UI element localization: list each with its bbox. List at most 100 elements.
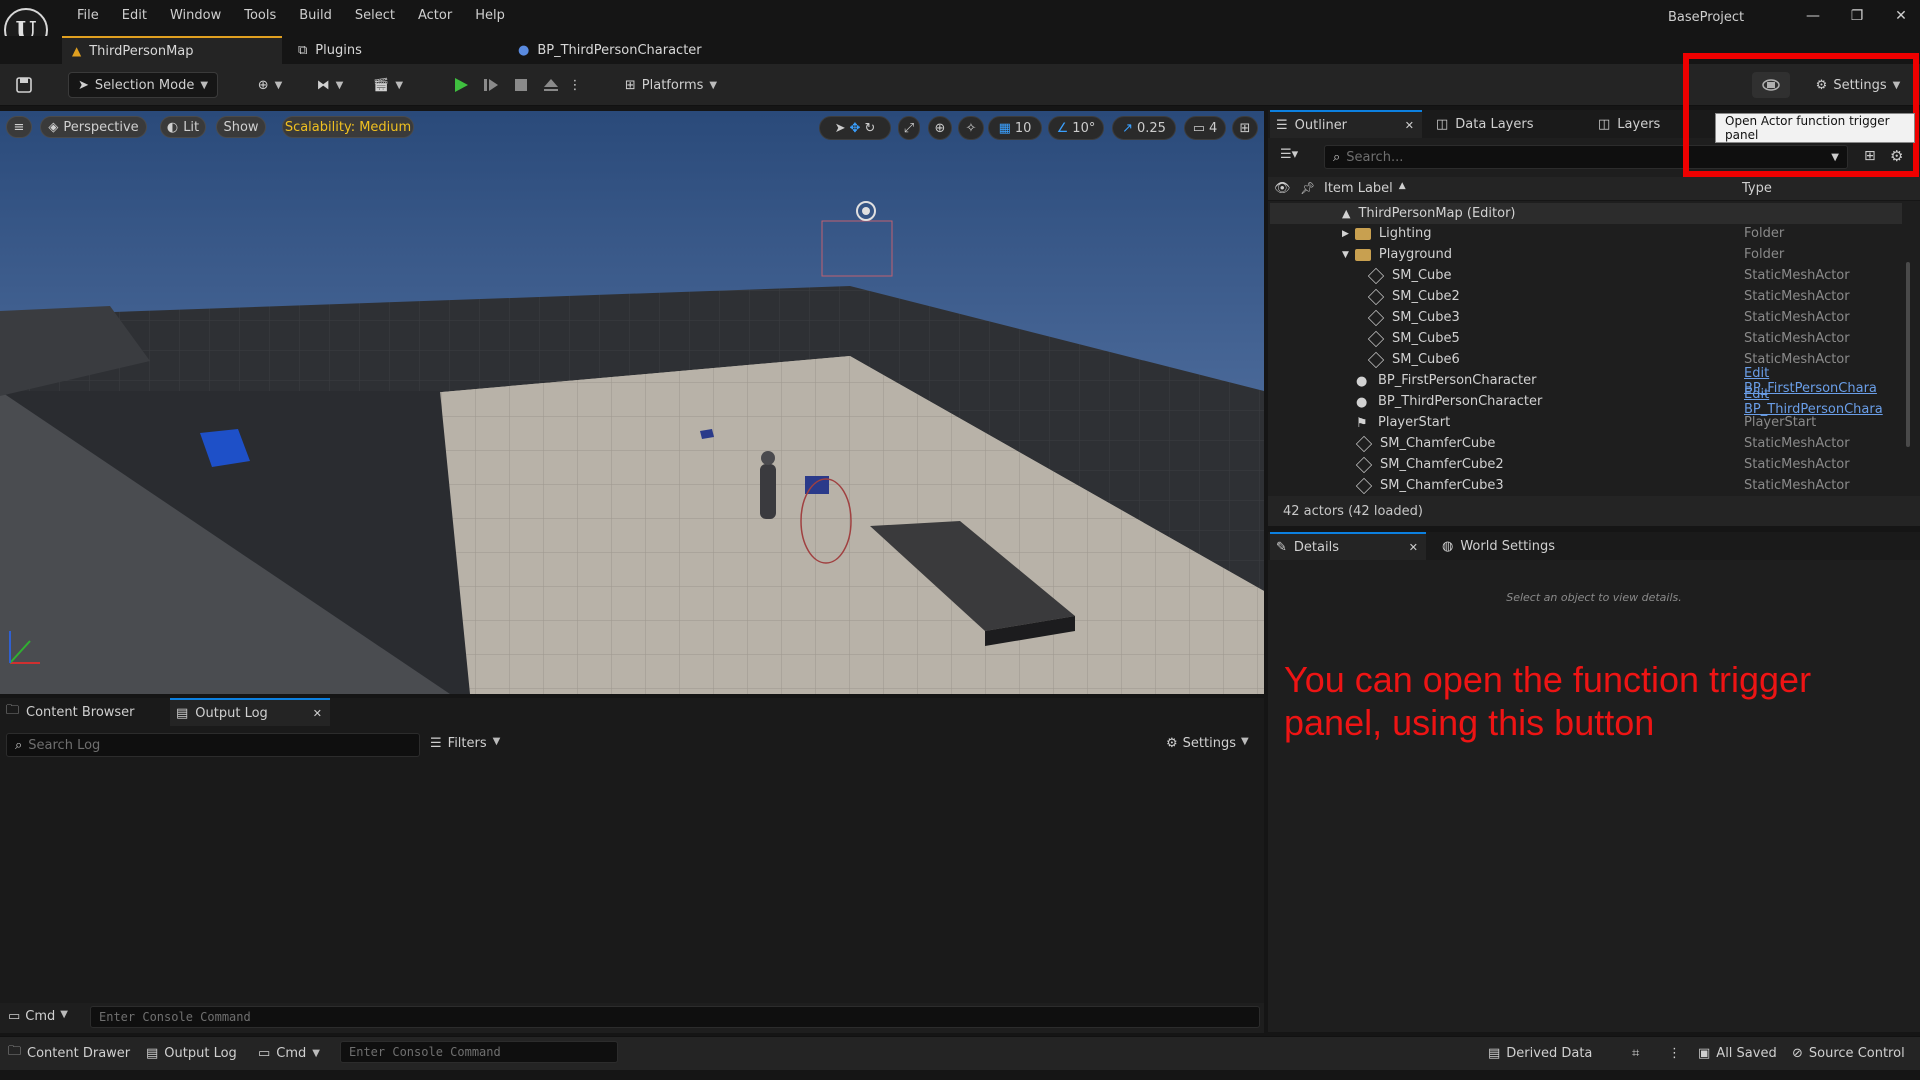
chevron-right-icon[interactable]: ▶ bbox=[1342, 229, 1349, 239]
world-space-icon[interactable]: ⊕ bbox=[928, 116, 952, 140]
outliner-row[interactable]: SM_ChamferCube2 StaticMeshActor bbox=[1270, 454, 1902, 475]
outliner-row[interactable]: SM_Cube5 StaticMeshActor bbox=[1270, 328, 1902, 349]
play-options-icon[interactable]: ⋮ bbox=[568, 72, 582, 98]
close-icon[interactable]: ✕ bbox=[313, 707, 322, 720]
close-icon[interactable]: ✕ bbox=[1405, 119, 1414, 132]
eject-icon[interactable] bbox=[538, 72, 564, 98]
trace-icon[interactable]: ⌗ bbox=[1632, 1043, 1639, 1063]
filters-dropdown[interactable]: ☰ Filters ▼ bbox=[430, 736, 500, 751]
frame-step-icon[interactable] bbox=[478, 72, 504, 98]
column-type[interactable]: Type bbox=[1742, 181, 1772, 196]
blueprints-button[interactable]: ⧓ ▼ bbox=[308, 72, 352, 98]
column-item-label[interactable]: Item Label ▲ bbox=[1324, 181, 1406, 196]
add-actor-button[interactable]: ⊕ ▼ bbox=[248, 72, 292, 98]
cinematics-button[interactable]: 🎬︎ ▼ bbox=[366, 72, 410, 98]
search-log-input[interactable]: ⌕ Search Log bbox=[6, 733, 420, 757]
tab-details[interactable]: ✎ Details ✕ bbox=[1270, 532, 1426, 560]
minimize-icon[interactable]: — bbox=[1799, 8, 1827, 30]
outliner-row[interactable]: SM_Cube3 StaticMeshActor bbox=[1270, 307, 1902, 328]
actor-count: 42 actors (42 loaded) bbox=[1283, 504, 1423, 519]
platforms-dropdown[interactable]: ⊞ Platforms ▼ bbox=[618, 72, 724, 98]
menu-select[interactable]: Select bbox=[344, 6, 407, 25]
sort-ascending-icon: ▲ bbox=[1398, 181, 1406, 191]
outliner-row[interactable]: ▼ Playground Folder bbox=[1270, 244, 1902, 265]
outliner-scrollbar[interactable] bbox=[1906, 262, 1910, 447]
visibility-icon[interactable]: 👁︎ bbox=[1274, 181, 1291, 196]
derived-data-button[interactable]: ▤ Derived Data bbox=[1488, 1043, 1592, 1063]
surface-snap-icon[interactable]: ✧ bbox=[958, 116, 984, 140]
lit-button[interactable]: ◐ Lit bbox=[160, 116, 206, 138]
row-label: Lighting bbox=[1378, 226, 1432, 241]
content-drawer-button[interactable]: 🗀︎ Content Drawer bbox=[8, 1043, 130, 1063]
status-console-input[interactable]: Enter Console Command bbox=[340, 1041, 618, 1063]
outliner-row[interactable]: ⚑ PlayerStart PlayerStart bbox=[1270, 412, 1902, 433]
scale-tool-icon[interactable]: ⤢ bbox=[898, 116, 920, 140]
layout-icon[interactable]: ⊞ bbox=[1232, 116, 1258, 140]
menu-build[interactable]: Build bbox=[288, 6, 344, 25]
move-tool-icon[interactable]: ✥ bbox=[850, 121, 861, 136]
filter-icon[interactable]: ☰▾ bbox=[1280, 147, 1314, 167]
menu-tools[interactable]: Tools bbox=[233, 6, 288, 25]
maximize-icon[interactable]: ❐ bbox=[1843, 8, 1871, 30]
tab-thirdpersonmap[interactable]: ▲ ThirdPersonMap bbox=[62, 36, 282, 64]
menu-window[interactable]: Window bbox=[159, 6, 233, 25]
show-button[interactable]: Show bbox=[216, 116, 266, 138]
selection-mode-dropdown[interactable]: ➤ Selection Mode ▼ bbox=[68, 72, 218, 98]
tab-outliner[interactable]: ☰ Outliner ✕ bbox=[1270, 110, 1422, 138]
console-command-input[interactable]: Enter Console Command bbox=[90, 1006, 1260, 1028]
tab-data-layers[interactable]: ◫ Data Layers bbox=[1436, 110, 1576, 138]
grid-snap-toggle[interactable]: ▦ 10 bbox=[988, 116, 1042, 140]
rotate-tool-icon[interactable]: ↻ bbox=[864, 121, 875, 136]
viewport-menu-button[interactable]: ≡ bbox=[6, 116, 32, 138]
outliner-row[interactable]: SM_ChamferCube StaticMeshActor bbox=[1270, 433, 1902, 454]
close-icon[interactable]: ✕ bbox=[1887, 8, 1915, 30]
pin-icon[interactable]: 📌︎ bbox=[1300, 181, 1315, 195]
pawn-icon: ● bbox=[1356, 394, 1368, 410]
rotation-snap-toggle[interactable]: ∠ 10° bbox=[1048, 116, 1104, 140]
scalability-label: Scalability: Medium bbox=[284, 119, 412, 135]
menu-edit[interactable]: Edit bbox=[111, 6, 159, 25]
search-placeholder: Search... bbox=[1346, 149, 1404, 165]
camera-speed-button[interactable]: ▭ 4 bbox=[1184, 116, 1226, 140]
cmd-dropdown[interactable]: ▭ Cmd ▼ bbox=[8, 1009, 68, 1024]
level-viewport[interactable] bbox=[0, 111, 1264, 694]
outliner-row[interactable]: SM_Cube2 StaticMeshActor bbox=[1270, 286, 1902, 307]
output-log-button[interactable]: ▤ Output Log bbox=[146, 1043, 237, 1063]
outliner-row[interactable]: ▲ ThirdPersonMap (Editor) bbox=[1270, 203, 1902, 224]
outliner-row[interactable]: SM_ChamferCube3 StaticMeshActor bbox=[1270, 475, 1902, 496]
clapper-icon: 🎬︎ bbox=[372, 77, 390, 93]
tab-plugins[interactable]: ⧉ Plugins bbox=[288, 36, 488, 64]
outliner-row[interactable]: SM_Cube StaticMeshActor bbox=[1270, 265, 1902, 286]
tab-content-browser[interactable]: 🗀︎ Content Browser bbox=[6, 698, 166, 726]
play-button[interactable] bbox=[448, 72, 474, 98]
scale-snap-toggle[interactable]: ↗ 0.25 bbox=[1112, 116, 1176, 140]
tab-bp-thirdpersoncharacter[interactable]: ● BP_ThirdPersonCharacter bbox=[508, 36, 798, 64]
outliner-row[interactable]: ▶ Lighting Folder bbox=[1270, 223, 1902, 244]
menu-actor[interactable]: Actor bbox=[407, 6, 464, 25]
tab-label: Outliner bbox=[1294, 117, 1348, 133]
tab-output-log[interactable]: ▤ Output Log ✕ bbox=[170, 698, 330, 726]
filter-icon: ☰ bbox=[430, 736, 442, 751]
scalability-button[interactable]: Scalability: Medium bbox=[282, 116, 414, 138]
row-type: Folder bbox=[1744, 226, 1785, 241]
menu-file[interactable]: File bbox=[66, 6, 111, 25]
all-saved-label: All Saved bbox=[1716, 1045, 1777, 1061]
perspective-button[interactable]: ◈ Perspective bbox=[40, 116, 147, 138]
static-mesh-icon bbox=[1355, 456, 1373, 473]
outliner-row[interactable]: ● BP_ThirdPersonCharacter Edit BP_ThirdPe… bbox=[1270, 387, 1902, 417]
all-saved-button[interactable]: ▣ All Saved bbox=[1698, 1043, 1777, 1063]
log-settings-dropdown[interactable]: ⚙ Settings ▼ bbox=[1166, 736, 1249, 751]
menu-help[interactable]: Help bbox=[464, 6, 517, 25]
tooltip: Open Actor function trigger panel bbox=[1715, 113, 1915, 143]
log-icon: ▤ bbox=[176, 705, 189, 721]
tab-world-settings[interactable]: ◍ World Settings bbox=[1442, 532, 1592, 560]
chevron-down-icon[interactable]: ▼ bbox=[1342, 250, 1349, 260]
close-icon[interactable]: ✕ bbox=[1409, 541, 1418, 554]
status-more-icon[interactable]: ⋮ bbox=[1668, 1043, 1681, 1063]
stop-icon[interactable] bbox=[508, 72, 534, 98]
select-tool-icon[interactable]: ➤ bbox=[835, 121, 846, 136]
source-control-button[interactable]: ⊘ Source Control bbox=[1792, 1043, 1905, 1063]
cmd-dropdown-status[interactable]: ▭ Cmd ▼ bbox=[258, 1043, 320, 1063]
save-icon[interactable] bbox=[10, 72, 38, 98]
viewport-scene[interactable] bbox=[0, 111, 1264, 694]
